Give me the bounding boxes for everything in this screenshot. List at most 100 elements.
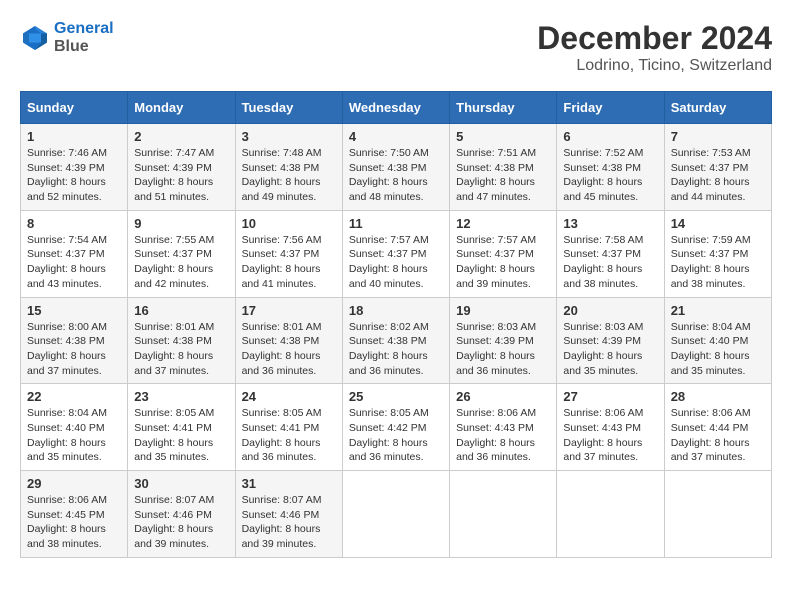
- calendar-cell: [342, 471, 449, 558]
- day-info: Sunrise: 7:57 AMSunset: 4:37 PMDaylight:…: [349, 233, 443, 292]
- day-number: 6: [563, 129, 657, 144]
- day-number: 21: [671, 303, 765, 318]
- day-number: 20: [563, 303, 657, 318]
- day-number: 7: [671, 129, 765, 144]
- day-number: 27: [563, 389, 657, 404]
- calendar-cell: 31 Sunrise: 8:07 AMSunset: 4:46 PMDaylig…: [235, 471, 342, 558]
- calendar-week-row: 22 Sunrise: 8:04 AMSunset: 4:40 PMDaylig…: [21, 384, 772, 471]
- calendar-cell: 22 Sunrise: 8:04 AMSunset: 4:40 PMDaylig…: [21, 384, 128, 471]
- calendar-cell: 10 Sunrise: 7:56 AMSunset: 4:37 PMDaylig…: [235, 210, 342, 297]
- calendar-cell: 18 Sunrise: 8:02 AMSunset: 4:38 PMDaylig…: [342, 297, 449, 384]
- day-number: 12: [456, 216, 550, 231]
- month-title: December 2024: [537, 20, 772, 57]
- day-info: Sunrise: 8:02 AMSunset: 4:38 PMDaylight:…: [349, 320, 443, 379]
- day-header-friday: Friday: [557, 92, 664, 124]
- day-header-thursday: Thursday: [450, 92, 557, 124]
- day-number: 26: [456, 389, 550, 404]
- calendar-cell: 21 Sunrise: 8:04 AMSunset: 4:40 PMDaylig…: [664, 297, 771, 384]
- calendar-week-row: 8 Sunrise: 7:54 AMSunset: 4:37 PMDayligh…: [21, 210, 772, 297]
- day-number: 29: [27, 476, 121, 491]
- calendar-cell: 15 Sunrise: 8:00 AMSunset: 4:38 PMDaylig…: [21, 297, 128, 384]
- day-number: 31: [242, 476, 336, 491]
- calendar-cell: 5 Sunrise: 7:51 AMSunset: 4:38 PMDayligh…: [450, 124, 557, 211]
- day-number: 28: [671, 389, 765, 404]
- calendar-cell: 20 Sunrise: 8:03 AMSunset: 4:39 PMDaylig…: [557, 297, 664, 384]
- calendar-week-row: 1 Sunrise: 7:46 AMSunset: 4:39 PMDayligh…: [21, 124, 772, 211]
- day-info: Sunrise: 7:48 AMSunset: 4:38 PMDaylight:…: [242, 146, 336, 205]
- calendar-cell: 19 Sunrise: 8:03 AMSunset: 4:39 PMDaylig…: [450, 297, 557, 384]
- logo-text: General Blue: [54, 20, 114, 56]
- logo: General Blue: [20, 20, 114, 56]
- calendar-week-row: 29 Sunrise: 8:06 AMSunset: 4:45 PMDaylig…: [21, 471, 772, 558]
- calendar-cell: [664, 471, 771, 558]
- day-info: Sunrise: 8:07 AMSunset: 4:46 PMDaylight:…: [134, 493, 228, 552]
- day-number: 3: [242, 129, 336, 144]
- calendar-cell: 9 Sunrise: 7:55 AMSunset: 4:37 PMDayligh…: [128, 210, 235, 297]
- day-info: Sunrise: 8:07 AMSunset: 4:46 PMDaylight:…: [242, 493, 336, 552]
- calendar-cell: 14 Sunrise: 7:59 AMSunset: 4:37 PMDaylig…: [664, 210, 771, 297]
- day-number: 8: [27, 216, 121, 231]
- day-number: 30: [134, 476, 228, 491]
- day-number: 22: [27, 389, 121, 404]
- calendar-header-row: SundayMondayTuesdayWednesdayThursdayFrid…: [21, 92, 772, 124]
- day-info: Sunrise: 8:06 AMSunset: 4:43 PMDaylight:…: [456, 406, 550, 465]
- calendar-week-row: 15 Sunrise: 8:00 AMSunset: 4:38 PMDaylig…: [21, 297, 772, 384]
- day-info: Sunrise: 8:05 AMSunset: 4:41 PMDaylight:…: [134, 406, 228, 465]
- calendar-cell: 26 Sunrise: 8:06 AMSunset: 4:43 PMDaylig…: [450, 384, 557, 471]
- calendar-cell: 2 Sunrise: 7:47 AMSunset: 4:39 PMDayligh…: [128, 124, 235, 211]
- day-info: Sunrise: 8:01 AMSunset: 4:38 PMDaylight:…: [134, 320, 228, 379]
- calendar-cell: 12 Sunrise: 7:57 AMSunset: 4:37 PMDaylig…: [450, 210, 557, 297]
- day-info: Sunrise: 7:58 AMSunset: 4:37 PMDaylight:…: [563, 233, 657, 292]
- day-info: Sunrise: 7:47 AMSunset: 4:39 PMDaylight:…: [134, 146, 228, 205]
- calendar-cell: 25 Sunrise: 8:05 AMSunset: 4:42 PMDaylig…: [342, 384, 449, 471]
- day-info: Sunrise: 7:52 AMSunset: 4:38 PMDaylight:…: [563, 146, 657, 205]
- day-number: 4: [349, 129, 443, 144]
- day-info: Sunrise: 7:56 AMSunset: 4:37 PMDaylight:…: [242, 233, 336, 292]
- location-subtitle: Lodrino, Ticino, Switzerland: [537, 57, 772, 75]
- day-info: Sunrise: 7:59 AMSunset: 4:37 PMDaylight:…: [671, 233, 765, 292]
- calendar-cell: 30 Sunrise: 8:07 AMSunset: 4:46 PMDaylig…: [128, 471, 235, 558]
- day-header-tuesday: Tuesday: [235, 92, 342, 124]
- calendar-cell: 8 Sunrise: 7:54 AMSunset: 4:37 PMDayligh…: [21, 210, 128, 297]
- calendar-cell: 23 Sunrise: 8:05 AMSunset: 4:41 PMDaylig…: [128, 384, 235, 471]
- day-info: Sunrise: 8:03 AMSunset: 4:39 PMDaylight:…: [563, 320, 657, 379]
- day-header-monday: Monday: [128, 92, 235, 124]
- day-header-sunday: Sunday: [21, 92, 128, 124]
- calendar-cell: 7 Sunrise: 7:53 AMSunset: 4:37 PMDayligh…: [664, 124, 771, 211]
- day-number: 5: [456, 129, 550, 144]
- day-number: 18: [349, 303, 443, 318]
- calendar-cell: 6 Sunrise: 7:52 AMSunset: 4:38 PMDayligh…: [557, 124, 664, 211]
- day-info: Sunrise: 8:06 AMSunset: 4:45 PMDaylight:…: [27, 493, 121, 552]
- calendar-cell: 17 Sunrise: 8:01 AMSunset: 4:38 PMDaylig…: [235, 297, 342, 384]
- day-number: 2: [134, 129, 228, 144]
- day-info: Sunrise: 7:54 AMSunset: 4:37 PMDaylight:…: [27, 233, 121, 292]
- day-number: 9: [134, 216, 228, 231]
- calendar-cell: 4 Sunrise: 7:50 AMSunset: 4:38 PMDayligh…: [342, 124, 449, 211]
- day-number: 1: [27, 129, 121, 144]
- calendar-cell: 3 Sunrise: 7:48 AMSunset: 4:38 PMDayligh…: [235, 124, 342, 211]
- calendar-cell: 16 Sunrise: 8:01 AMSunset: 4:38 PMDaylig…: [128, 297, 235, 384]
- calendar-cell: 29 Sunrise: 8:06 AMSunset: 4:45 PMDaylig…: [21, 471, 128, 558]
- calendar-table: SundayMondayTuesdayWednesdayThursdayFrid…: [20, 91, 772, 558]
- day-number: 11: [349, 216, 443, 231]
- day-info: Sunrise: 8:03 AMSunset: 4:39 PMDaylight:…: [456, 320, 550, 379]
- page-header: General Blue December 2024 Lodrino, Tici…: [20, 20, 772, 75]
- day-number: 16: [134, 303, 228, 318]
- day-number: 17: [242, 303, 336, 318]
- day-info: Sunrise: 7:50 AMSunset: 4:38 PMDaylight:…: [349, 146, 443, 205]
- day-header-saturday: Saturday: [664, 92, 771, 124]
- day-info: Sunrise: 7:55 AMSunset: 4:37 PMDaylight:…: [134, 233, 228, 292]
- logo-icon: [20, 23, 50, 53]
- calendar-cell: 1 Sunrise: 7:46 AMSunset: 4:39 PMDayligh…: [21, 124, 128, 211]
- day-info: Sunrise: 8:01 AMSunset: 4:38 PMDaylight:…: [242, 320, 336, 379]
- day-info: Sunrise: 7:53 AMSunset: 4:37 PMDaylight:…: [671, 146, 765, 205]
- calendar-cell: 28 Sunrise: 8:06 AMSunset: 4:44 PMDaylig…: [664, 384, 771, 471]
- day-info: Sunrise: 7:57 AMSunset: 4:37 PMDaylight:…: [456, 233, 550, 292]
- day-info: Sunrise: 8:06 AMSunset: 4:43 PMDaylight:…: [563, 406, 657, 465]
- day-info: Sunrise: 8:04 AMSunset: 4:40 PMDaylight:…: [27, 406, 121, 465]
- day-info: Sunrise: 8:04 AMSunset: 4:40 PMDaylight:…: [671, 320, 765, 379]
- day-info: Sunrise: 7:51 AMSunset: 4:38 PMDaylight:…: [456, 146, 550, 205]
- day-number: 10: [242, 216, 336, 231]
- calendar-cell: [450, 471, 557, 558]
- day-number: 14: [671, 216, 765, 231]
